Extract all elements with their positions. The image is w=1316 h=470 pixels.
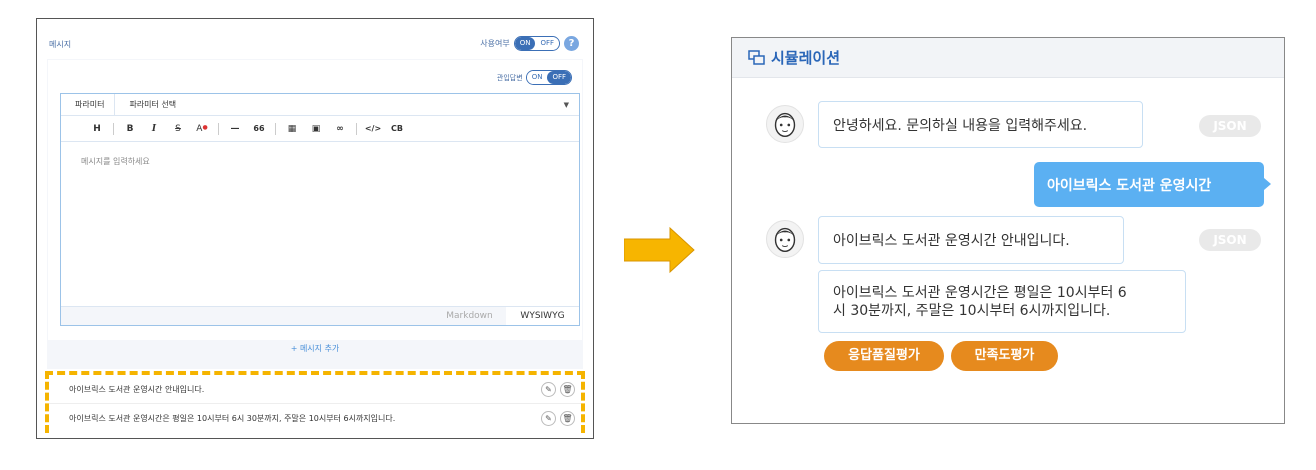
trash-icon[interactable]: 🗑 [560,382,575,397]
parameter-tab[interactable]: 파라미터 [61,94,116,115]
json-button[interactable]: JSON [1199,229,1261,251]
trash-icon[interactable]: 🗑 [560,411,575,426]
italic-icon[interactable]: I [142,124,166,134]
text-color-icon[interactable]: A● [190,124,214,134]
use-label: 사용여부 [480,39,510,48]
fixed-answer-toggle-group: 관입답변 ON OFF [497,70,572,85]
link-icon[interactable]: ∞ [328,124,352,134]
message-builder-panel: 메시지 사용여부 ON OFF ? 관입답변 ON OFF 파라미터 파라미터 … [36,18,594,439]
message-text: 아이브릭스 도서관 운영시간 안내입니다. [69,384,205,394]
list-item: 아이브릭스 도서관 운영시간은 평일은 10시부터 6시 30분까지, 주말은 … [49,404,581,433]
bot-message: 안녕하세요. 문의하실 내용을 입력해주세요. [818,101,1143,148]
quote-icon[interactable]: 66 [247,124,271,133]
bot-message-line: 시 30분까지, 주말은 10시부터 6시까지입니다. [833,302,1111,319]
message-list: 아이브릭스 도서관 운영시간 안내입니다. ✎ 🗑 아이브릭스 도서관 운영시간… [45,371,585,433]
toggle-off: OFF [547,71,571,84]
use-toggle[interactable]: ON OFF [513,36,560,51]
message-input[interactable]: 메시지를 입력하세요 [61,142,579,307]
user-message-text: 아이브릭스 도서관 운영시간 [1047,177,1212,194]
page-title: 시뮬레이션 [771,49,841,67]
editor-mode-tabs: Markdown WYSIWYG [61,306,579,325]
quick-reply-quality-button[interactable]: 응답품질평가 [824,341,944,371]
use-toggle-group: 사용여부 ON OFF ? [480,36,579,51]
fixed-answer-toggle[interactable]: ON OFF [525,70,572,85]
toolbar-divider [113,122,114,135]
add-message-button[interactable]: + 메시지 추가 [47,343,583,354]
tab-wysiwyg[interactable]: WYSIWYG [506,307,579,325]
list-item: 아이브릭스 도서관 운영시간 안내입니다. ✎ 🗑 [49,375,581,404]
quick-reply-satisfaction-button[interactable]: 만족도평가 [951,341,1058,371]
tab-markdown[interactable]: Markdown [433,307,506,325]
bold-icon[interactable]: B [118,124,142,134]
toggle-on: ON [526,71,548,84]
parameter-row: 파라미터 파라미터 선택 ▼ [61,94,579,116]
toolbar-divider [275,122,276,135]
table-icon[interactable]: ▦ [280,124,304,134]
bot-message-text: 아이브릭스 도서관 운영시간 안내입니다. [833,233,1070,249]
editor-card: 관입답변 ON OFF 파라미터 파라미터 선택 ▼ H B I S A● — … [48,60,582,340]
row-actions: ✎ 🗑 [541,411,575,426]
code-block-icon[interactable]: CB [385,124,409,133]
code-icon[interactable]: </> [361,124,385,133]
bot-message: 아이브릭스 도서관 운영시간은 평일은 10시부터 6 시 30분까지, 주말은… [818,270,1186,333]
json-button[interactable]: JSON [1199,115,1261,137]
toolbar-divider [218,122,219,135]
horizontal-rule-icon[interactable]: — [223,124,247,134]
simulation-icon [748,50,765,65]
user-message: 아이브릭스 도서관 운영시간 [1034,162,1264,207]
message-text: 아이브릭스 도서관 운영시간은 평일은 10시부터 6시 30분까지, 주말은 … [69,414,396,423]
help-icon[interactable]: ? [564,36,579,51]
bot-message-text: 안녕하세요. 문의하실 내용을 입력해주세요. [833,117,1088,134]
message-editor-area: 관입답변 ON OFF 파라미터 파라미터 선택 ▼ H B I S A● — … [47,59,583,369]
fixed-answer-label: 관입답변 [496,73,523,82]
arrow-right-icon [624,226,695,274]
caret-down-icon[interactable]: ▼ [564,101,569,109]
simulation-header: 시뮬레이션 [732,38,1284,78]
row-actions: ✎ 🗑 [541,382,575,397]
toggle-on: ON [514,37,536,50]
editor-toolbar: H B I S A● — 66 ▦ ▣ ∞ </> CB [61,116,579,142]
bot-avatar [766,220,804,258]
message-placeholder: 메시지를 입력하세요 [81,157,150,166]
heading-icon[interactable]: H [85,124,109,134]
edit-icon[interactable]: ✎ [541,411,556,426]
bot-message: 아이브릭스 도서관 운영시간 안내입니다. [818,216,1124,264]
strikethrough-icon[interactable]: S [166,124,190,134]
simulation-panel: 시뮬레이션 안녕하세요. 문의하실 내용을 입력해주세요. JSON 아이브릭스… [731,37,1285,424]
toolbar-divider [356,122,357,135]
bot-message-line: 아이브릭스 도서관 운영시간은 평일은 10시부터 6 [833,284,1127,301]
edit-icon[interactable]: ✎ [541,382,556,397]
toggle-off: OFF [535,37,559,50]
section-label: 메시지 [49,40,72,49]
parameter-select[interactable]: 파라미터 선택 [115,99,176,110]
image-icon[interactable]: ▣ [304,124,328,134]
bubble-tail [1264,178,1271,190]
markdown-editor: 파라미터 파라미터 선택 ▼ H B I S A● — 66 ▦ ▣ ∞ </>… [60,93,580,326]
bot-avatar [766,105,804,143]
